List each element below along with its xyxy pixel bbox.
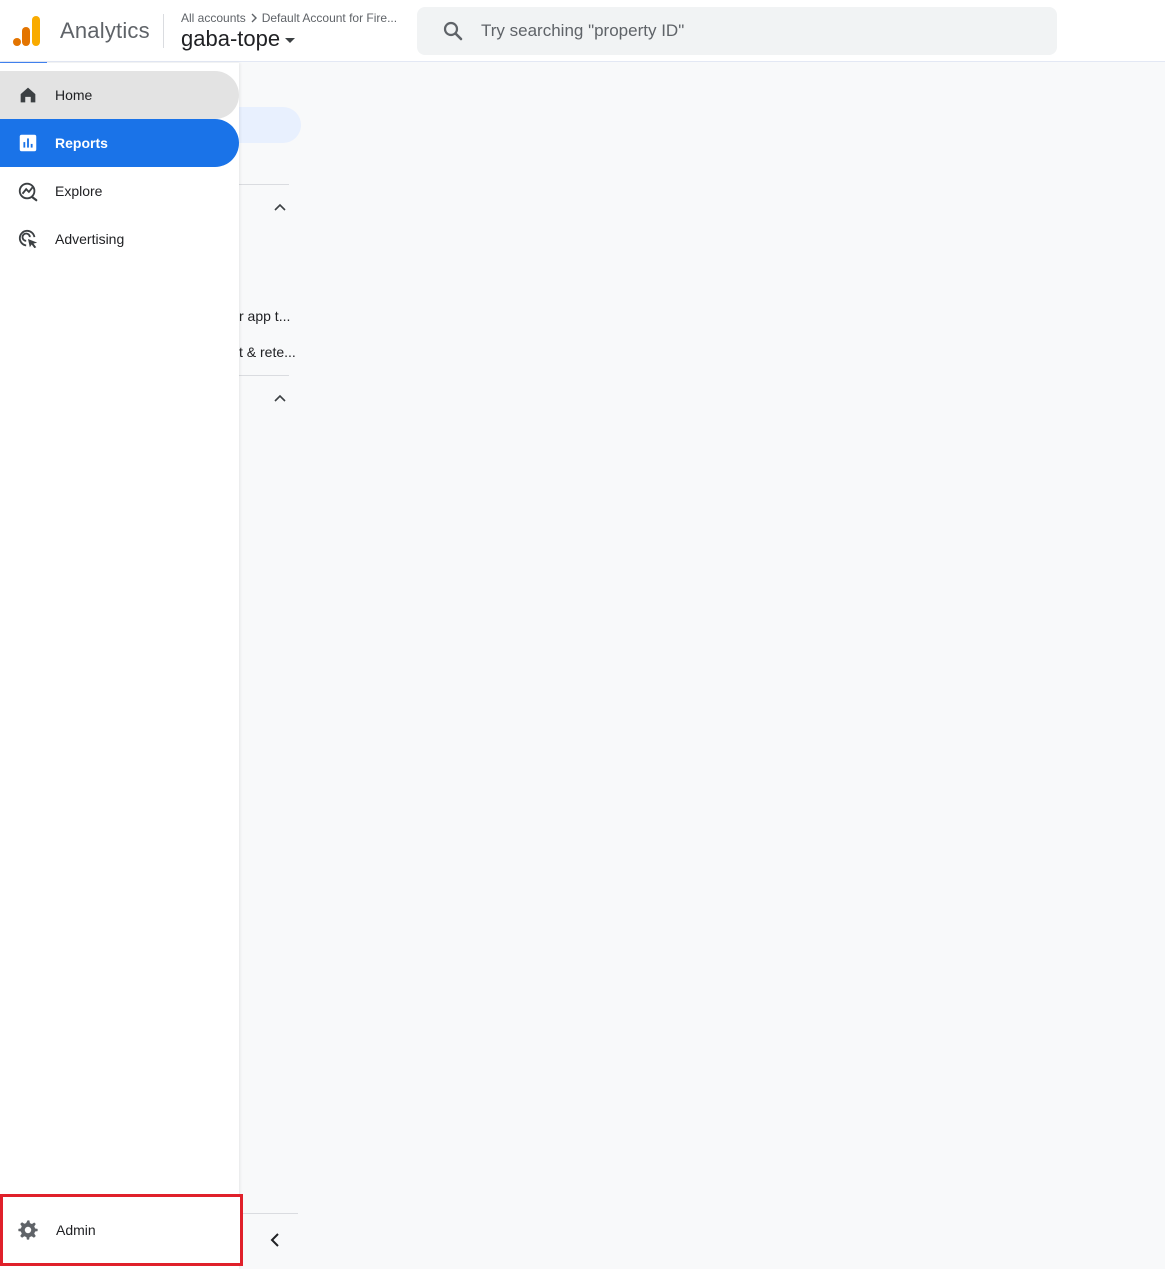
explore-icon (18, 182, 38, 202)
chevron-up-icon[interactable] (272, 391, 288, 407)
subpanel-divider (243, 1213, 298, 1214)
advertising-icon (18, 229, 38, 249)
nav-label: Reports (55, 135, 108, 151)
nav-item-advertising[interactable]: Advertising (0, 215, 239, 263)
caret-down-icon (285, 38, 296, 43)
gear-icon (18, 1220, 38, 1240)
property-name[interactable]: gaba-tope (181, 26, 280, 52)
nav-label: Explore (55, 183, 103, 199)
header-divider (163, 14, 164, 48)
breadcrumb-root[interactable]: All accounts (181, 11, 246, 25)
subpanel-selected-item[interactable] (239, 107, 301, 143)
home-icon (20, 87, 36, 103)
nav-item-home[interactable]: Home (0, 71, 239, 119)
app-name: Analytics (60, 18, 150, 43)
nav-label: Admin (56, 1222, 96, 1238)
collapse-nav-chevron-left-icon[interactable] (266, 1231, 284, 1249)
nav-label: Advertising (55, 231, 125, 247)
nav-item-explore[interactable]: Explore (0, 167, 239, 215)
chevron-right-icon (251, 13, 257, 23)
nav-item-reports[interactable]: Reports (0, 119, 239, 167)
search-icon[interactable] (441, 19, 465, 43)
breadcrumb-account[interactable]: Default Account for Fire... (262, 11, 397, 25)
subpanel-item[interactable]: r app t... (239, 308, 297, 324)
left-nav: Home Reports Explore Advertising (0, 63, 239, 1269)
nav-item-admin[interactable]: Admin (0, 1194, 243, 1266)
subpanel-divider (239, 375, 289, 376)
search-input[interactable] (481, 21, 1041, 41)
property-selector[interactable]: gaba-tope (181, 25, 296, 53)
analytics-logo-icon[interactable] (13, 15, 43, 47)
reports-icon (19, 134, 37, 152)
top-app-bar: Analytics All accounts Default Account f… (0, 0, 1165, 62)
search-bar[interactable] (417, 7, 1057, 55)
nav-label: Home (55, 87, 93, 103)
chevron-up-icon[interactable] (272, 200, 288, 216)
breadcrumb[interactable]: All accounts Default Account for Fire... (181, 10, 409, 26)
subpanel-item[interactable]: t & rete... (239, 344, 297, 360)
subpanel-divider (239, 184, 289, 185)
